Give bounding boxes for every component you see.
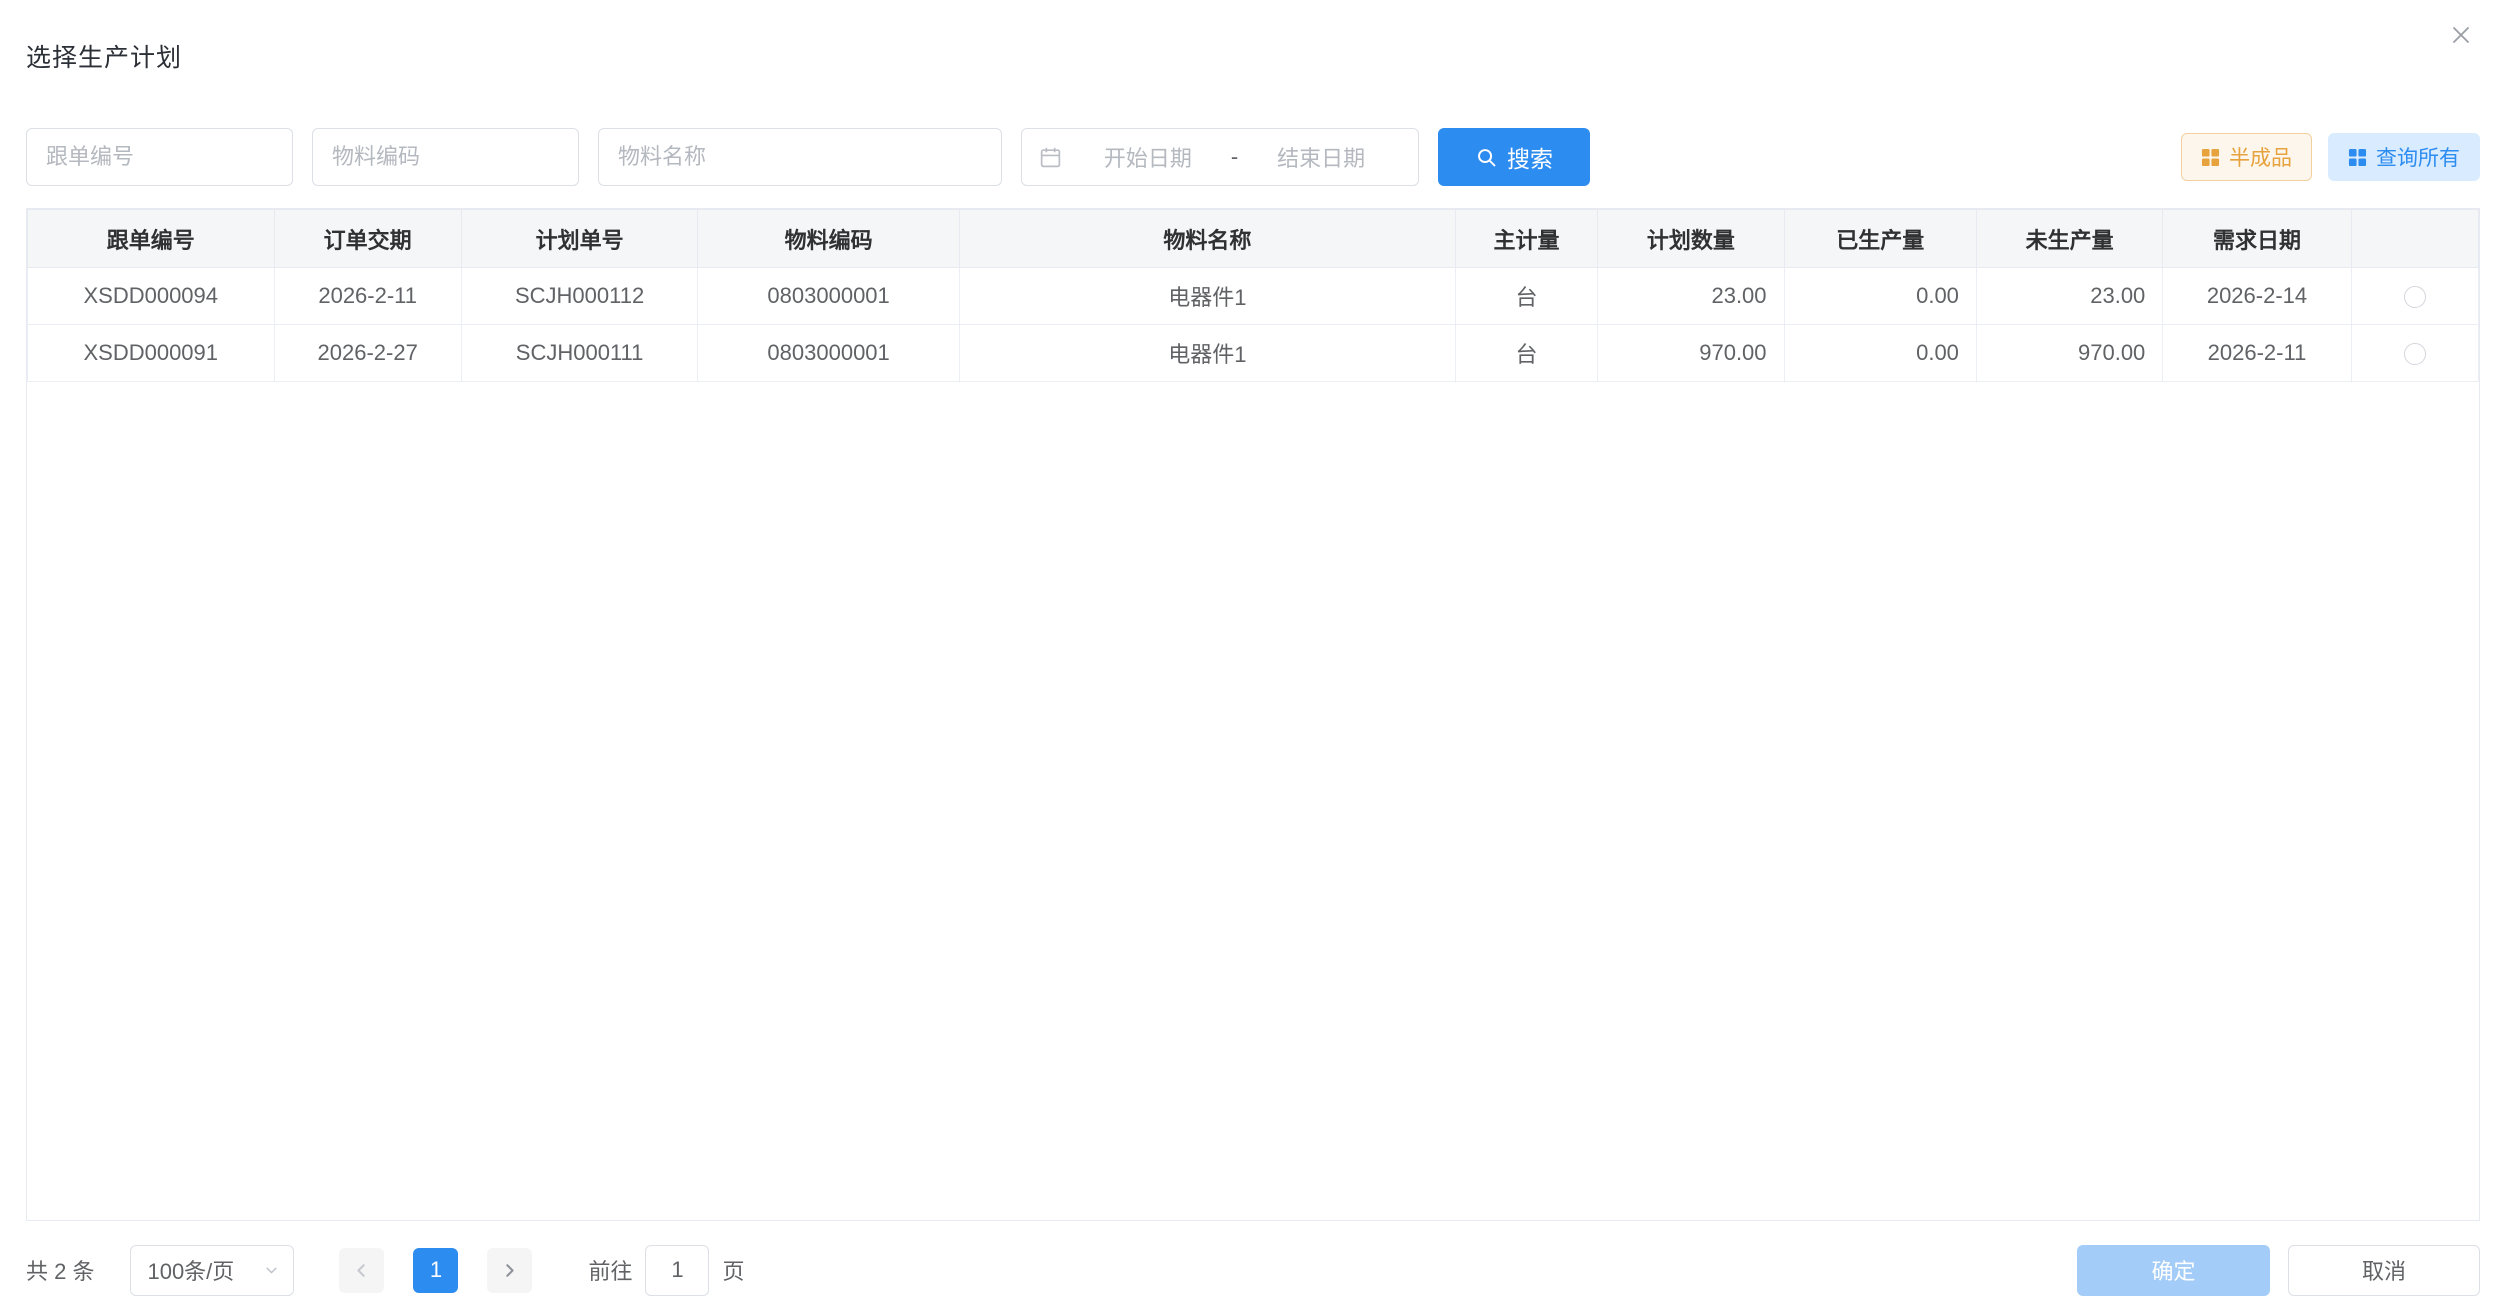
- row-radio[interactable]: [2404, 286, 2426, 308]
- material-name-input[interactable]: [598, 128, 1002, 186]
- cell-material-code: 0803000001: [698, 325, 960, 382]
- chevron-left-icon: [351, 1260, 372, 1281]
- page-unit-label: 页: [722, 1254, 744, 1286]
- filter-right-group: 半成品 查询所有: [2181, 133, 2480, 181]
- semi-finished-button[interactable]: 半成品: [2181, 133, 2312, 181]
- pagination-total: 共 2 条: [26, 1254, 94, 1286]
- date-start-placeholder: 开始日期: [1067, 141, 1229, 173]
- page-size-select[interactable]: 100条/页: [130, 1245, 294, 1296]
- date-end-placeholder: 结束日期: [1240, 141, 1402, 173]
- date-range-picker[interactable]: 开始日期 - 结束日期: [1021, 128, 1419, 186]
- cell-demand-date: 2026-2-14: [2163, 268, 2351, 325]
- prev-page-button[interactable]: [339, 1248, 384, 1293]
- search-button-label: 搜索: [1507, 140, 1553, 174]
- cell-plan-no: SCJH000111: [461, 325, 697, 382]
- cell-order-delivery: 2026-2-11: [274, 268, 461, 325]
- row-radio[interactable]: [2404, 343, 2426, 365]
- cell-material-name: 电器件1: [959, 268, 1455, 325]
- col-header-material-name: 物料名称: [959, 210, 1455, 268]
- chevron-right-icon: [499, 1260, 520, 1281]
- footer-actions: 确定 取消: [2077, 1245, 2480, 1296]
- cell-order-delivery: 2026-2-27: [274, 325, 461, 382]
- date-separator: -: [1229, 144, 1240, 170]
- col-header-plan-qty: 计划数量: [1598, 210, 1784, 268]
- page-size-value: 100条/页: [147, 1254, 234, 1286]
- cell-produced-qty: 0.00: [1784, 268, 1976, 325]
- pager: 1: [339, 1248, 532, 1293]
- chevron-down-icon: [263, 1262, 280, 1279]
- goto-page-input[interactable]: [645, 1245, 709, 1296]
- query-all-button[interactable]: 查询所有: [2328, 133, 2480, 181]
- search-icon: [1475, 146, 1498, 169]
- col-header-unproduced-qty: 未生产量: [1976, 210, 2162, 268]
- cell-material-code: 0803000001: [698, 268, 960, 325]
- cell-unproduced-qty: 970.00: [1976, 325, 2162, 382]
- cell-unit: 台: [1455, 268, 1597, 325]
- col-header-produced-qty: 已生产量: [1784, 210, 1976, 268]
- cell-plan-qty: 23.00: [1598, 268, 1784, 325]
- cell-select: [2351, 268, 2478, 325]
- goto-label: 前往: [588, 1254, 632, 1286]
- cell-order-no: XSDD000091: [28, 325, 275, 382]
- dialog-title: 选择生产计划: [26, 38, 182, 74]
- col-header-demand-date: 需求日期: [2163, 210, 2351, 268]
- close-button[interactable]: [2440, 14, 2482, 56]
- cell-demand-date: 2026-2-11: [2163, 325, 2351, 382]
- cell-unit: 台: [1455, 325, 1597, 382]
- col-header-order-no: 跟单编号: [28, 210, 275, 268]
- col-header-material-code: 物料编码: [698, 210, 960, 268]
- goto-page-group: 前往 页: [588, 1245, 744, 1296]
- order-no-input[interactable]: [26, 128, 293, 186]
- cell-plan-qty: 970.00: [1598, 325, 1784, 382]
- material-code-input[interactable]: [312, 128, 579, 186]
- confirm-button[interactable]: 确定: [2077, 1245, 2270, 1296]
- cell-unproduced-qty: 23.00: [1976, 268, 2162, 325]
- table-row[interactable]: XSDD000091 2026-2-27 SCJH000111 08030000…: [28, 325, 2479, 382]
- col-header-order-delivery: 订单交期: [274, 210, 461, 268]
- cell-order-no: XSDD000094: [28, 268, 275, 325]
- col-header-unit: 主计量: [1455, 210, 1597, 268]
- cell-produced-qty: 0.00: [1784, 325, 1976, 382]
- footer-bar: 共 2 条 100条/页 1 前往 页 确定 取消: [26, 1240, 2480, 1300]
- table-row[interactable]: XSDD000094 2026-2-11 SCJH000112 08030000…: [28, 268, 2479, 325]
- cell-plan-no: SCJH000112: [461, 268, 697, 325]
- grid-icon: [2201, 148, 2220, 167]
- semi-finished-label: 半成品: [2229, 142, 2292, 172]
- grid-icon: [2348, 148, 2367, 167]
- col-header-select: [2351, 210, 2478, 268]
- col-header-plan-no: 计划单号: [461, 210, 697, 268]
- close-icon: [2447, 21, 2475, 49]
- cell-material-name: 电器件1: [959, 325, 1455, 382]
- search-button[interactable]: 搜索: [1438, 128, 1590, 186]
- cancel-button[interactable]: 取消: [2288, 1245, 2480, 1296]
- production-plan-table: 跟单编号 订单交期 计划单号 物料编码 物料名称 主计量 计划数量 已生产量 未…: [26, 208, 2480, 1221]
- next-page-button[interactable]: [487, 1248, 532, 1293]
- page-number-button[interactable]: 1: [413, 1248, 458, 1293]
- filter-bar: 开始日期 - 结束日期 搜索 半成品 查询所有: [26, 128, 2480, 186]
- calendar-icon: [1038, 145, 1063, 170]
- cell-select: [2351, 325, 2478, 382]
- query-all-label: 查询所有: [2376, 142, 2460, 172]
- table-header-row: 跟单编号 订单交期 计划单号 物料编码 物料名称 主计量 计划数量 已生产量 未…: [28, 210, 2479, 268]
